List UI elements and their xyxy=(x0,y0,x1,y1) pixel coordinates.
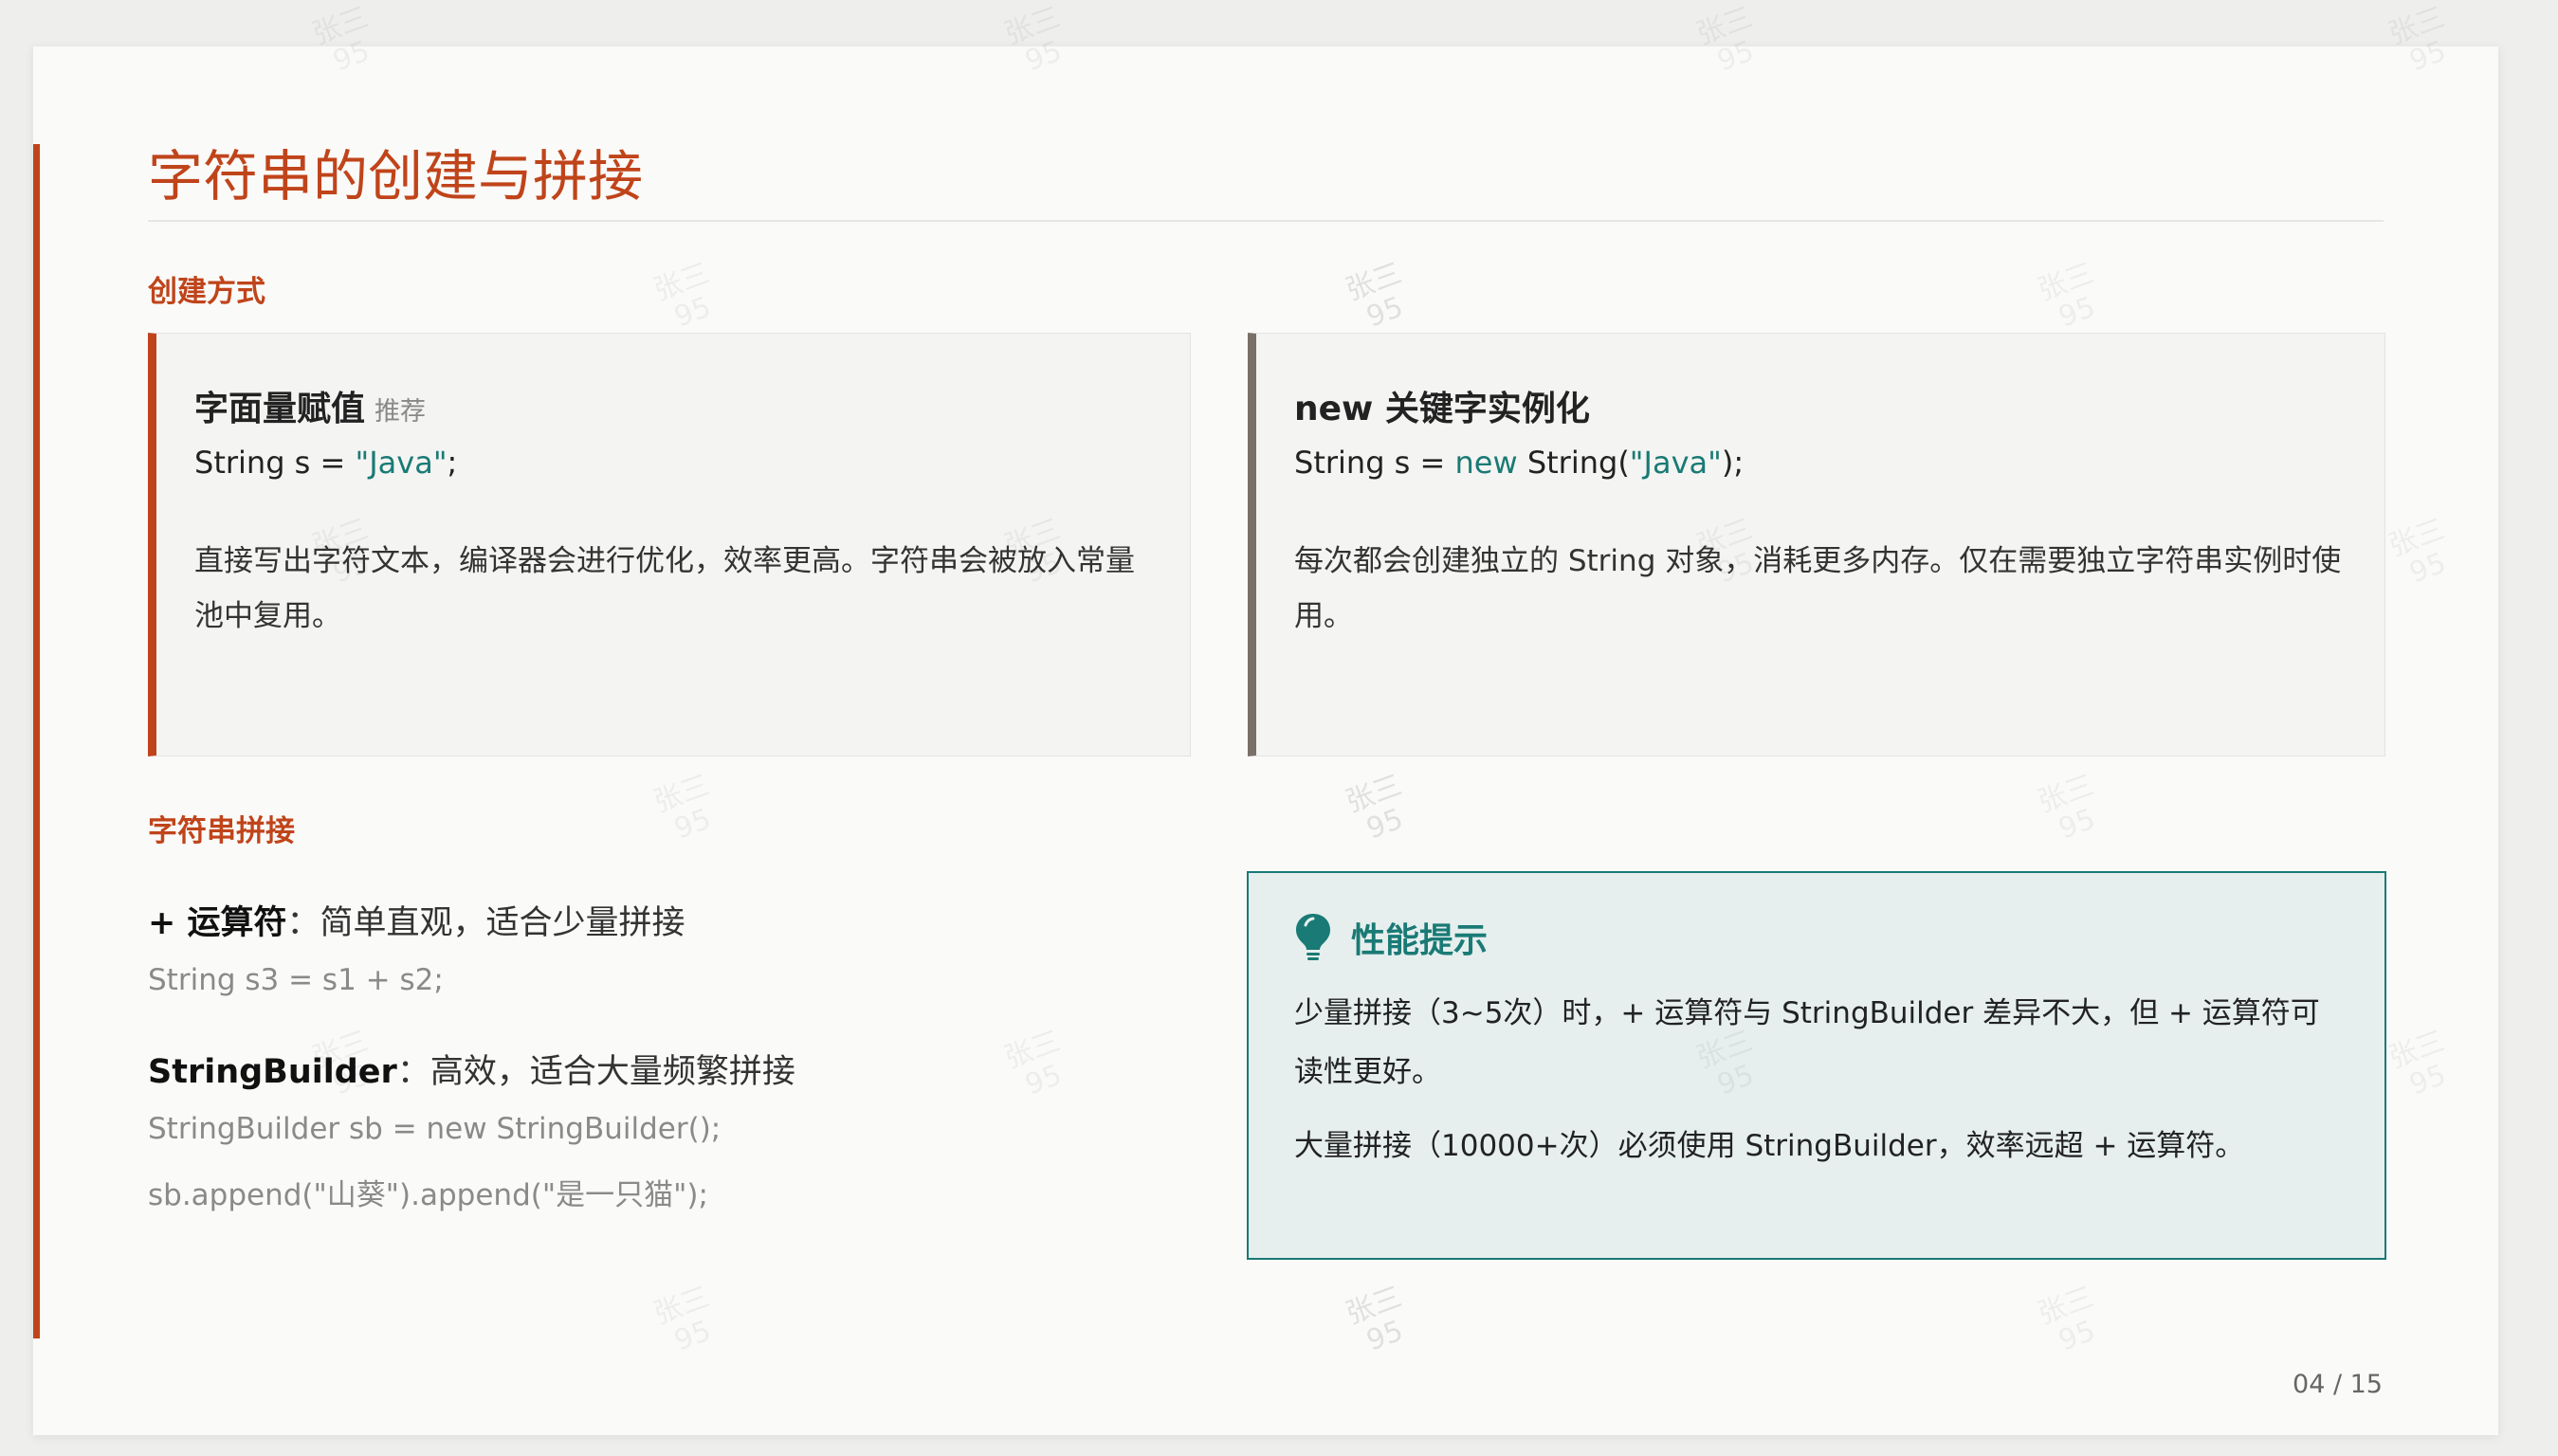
page-number: 04 / 15 xyxy=(2293,1370,2383,1399)
creation-heading: 创建方式 xyxy=(148,275,265,309)
title-divider xyxy=(148,220,2384,222)
accent-bar xyxy=(33,144,40,1338)
stringbuilder-item: StringBuilder：高效，适合大量频繁拼接 xyxy=(148,1045,795,1093)
code-suffix: ; xyxy=(447,445,458,481)
code-string: "Java" xyxy=(1629,445,1722,481)
tip-paragraph: 少量拼接（3~5次）时，+ 运算符与 StringBuilder 差异不大，但 … xyxy=(1294,996,2320,1089)
card-title-text: new 关键字实例化 xyxy=(1294,390,1590,428)
concat-label: + 运算符 xyxy=(148,904,287,942)
stringbuilder-code-line-2: sb.append("山葵").append("是一只猫"); xyxy=(148,1178,708,1212)
tip-title: 性能提示 xyxy=(1351,921,1489,960)
concat-label: StringBuilder xyxy=(148,1053,397,1091)
recommended-tag: 推荐 xyxy=(375,397,427,427)
watermark-name: 张三 xyxy=(1691,0,1758,52)
tip-paragraph: 大量拼接（10000+次）必须使用 StringBuilder，效率远超 + 运… xyxy=(1294,1129,2245,1163)
plus-operator-code: String s3 = s1 + s2; xyxy=(148,963,444,997)
watermark-name: 张三 xyxy=(2384,0,2450,52)
card-description: 直接写出字符文本，编译器会进行优化，效率更高。字符串会被放入常量池中复用。 xyxy=(194,544,1135,633)
card-title: 字面量赋值 推荐 xyxy=(194,381,426,430)
watermark-name: 张三 xyxy=(307,0,374,52)
tip-header: 性能提示 xyxy=(1294,909,1488,966)
code-prefix: String s = xyxy=(194,445,356,481)
code-keyword: new xyxy=(1454,445,1518,481)
slide: 字符串的创建与拼接 创建方式 字面量赋值 推荐 String s = "Java"… xyxy=(33,46,2498,1435)
literal-assignment-card: 字面量赋值 推荐 String s = "Java"; 直接写出字符文本，编译器会… xyxy=(148,333,1191,756)
plus-operator-item: + 运算符：简单直观，适合少量拼接 xyxy=(148,896,685,944)
concat-heading: 字符串拼接 xyxy=(148,814,295,848)
code-example: String s = "Java"; xyxy=(194,445,457,481)
code-middle: String( xyxy=(1517,445,1630,481)
new-keyword-card: new 关键字实例化 String s = new String("Java")… xyxy=(1248,333,2385,756)
concat-text: ：简单直观，适合少量拼接 xyxy=(286,904,685,942)
performance-tip-box: 性能提示 少量拼接（3~5次）时，+ 运算符与 StringBuilder 差异… xyxy=(1247,871,2386,1260)
slide-title: 字符串的创建与拼接 xyxy=(148,144,644,209)
code-example: String s = new String("Java"); xyxy=(1294,445,1744,481)
stringbuilder-code-line-1: StringBuilder sb = new StringBuilder(); xyxy=(148,1112,722,1146)
code-prefix: String s = xyxy=(1294,445,1455,481)
watermark-name: 张三 xyxy=(999,0,1066,52)
card-description: 每次都会创建独立的 String 对象，消耗更多内存。仅在需要独立字符串实例时使… xyxy=(1294,544,2342,633)
concat-text: ：高效，适合大量频繁拼接 xyxy=(396,1053,795,1091)
code-suffix: ); xyxy=(1721,445,1745,481)
code-string: "Java" xyxy=(355,445,448,481)
card-title-text: 字面量赋值 xyxy=(194,390,366,428)
lightbulb-icon xyxy=(1294,912,1332,963)
